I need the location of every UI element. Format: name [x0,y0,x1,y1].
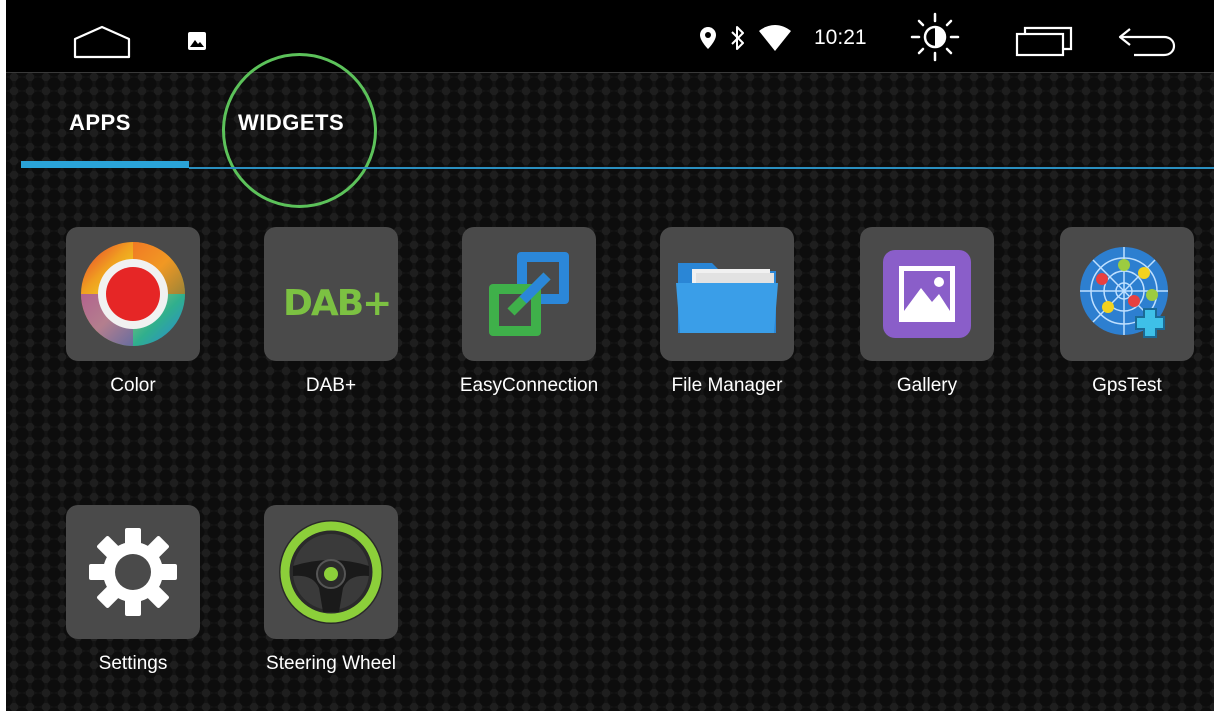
brightness-icon[interactable] [910,12,960,62]
gps-radar-icon [1060,227,1194,361]
app-label: GpsTest [1092,375,1162,396]
gear-icon [66,505,200,639]
color-wheel-icon [66,227,200,361]
location-icon [699,26,717,50]
tab-selected-indicator [21,161,189,168]
image-notification-icon [186,30,208,52]
svg-text:DAB+: DAB+ [283,283,390,324]
app-label: DAB+ [305,375,357,396]
wifi-icon [758,24,792,52]
app-label: EasyConnection [459,375,599,396]
steering-wheel-icon [264,505,398,639]
widgets-highlight-circle [222,53,377,208]
dab-plus-icon: DAB+ [264,227,398,361]
bluetooth-icon [730,25,746,51]
app-label: Gallery [896,375,958,396]
app-label: Steering Wheel [266,653,396,674]
app-label: Color [110,375,156,396]
tab-apps[interactable]: APPS [69,110,131,136]
recent-apps-icon[interactable] [1014,24,1074,58]
app-easyconnection[interactable]: EasyConnection [434,227,624,407]
app-file-manager[interactable]: File Manager [632,227,822,407]
launcher-screen: 10:21 APPS WIDGETS Color DAB+ DAB+ EasyC… [6,0,1214,711]
app-gallery[interactable]: Gallery [832,227,1022,407]
app-label: File Manager [671,375,783,396]
clock-time: 10:21 [814,26,867,49]
home-icon[interactable] [72,24,132,60]
gallery-icon [860,227,994,361]
back-icon[interactable] [1118,26,1178,58]
app-settings[interactable]: Settings [38,505,228,685]
app-label: Settings [98,653,168,674]
app-steering-wheel[interactable]: Steering Wheel [236,505,426,685]
folder-icon [660,227,794,361]
status-bar: 10:21 [6,0,1214,73]
tab-divider-line [189,167,1214,169]
easy-connection-icon [462,227,596,361]
app-gpstest[interactable]: GpsTest [1032,227,1214,407]
app-color[interactable]: Color [38,227,228,407]
app-dab-plus[interactable]: DAB+ DAB+ [236,227,426,407]
